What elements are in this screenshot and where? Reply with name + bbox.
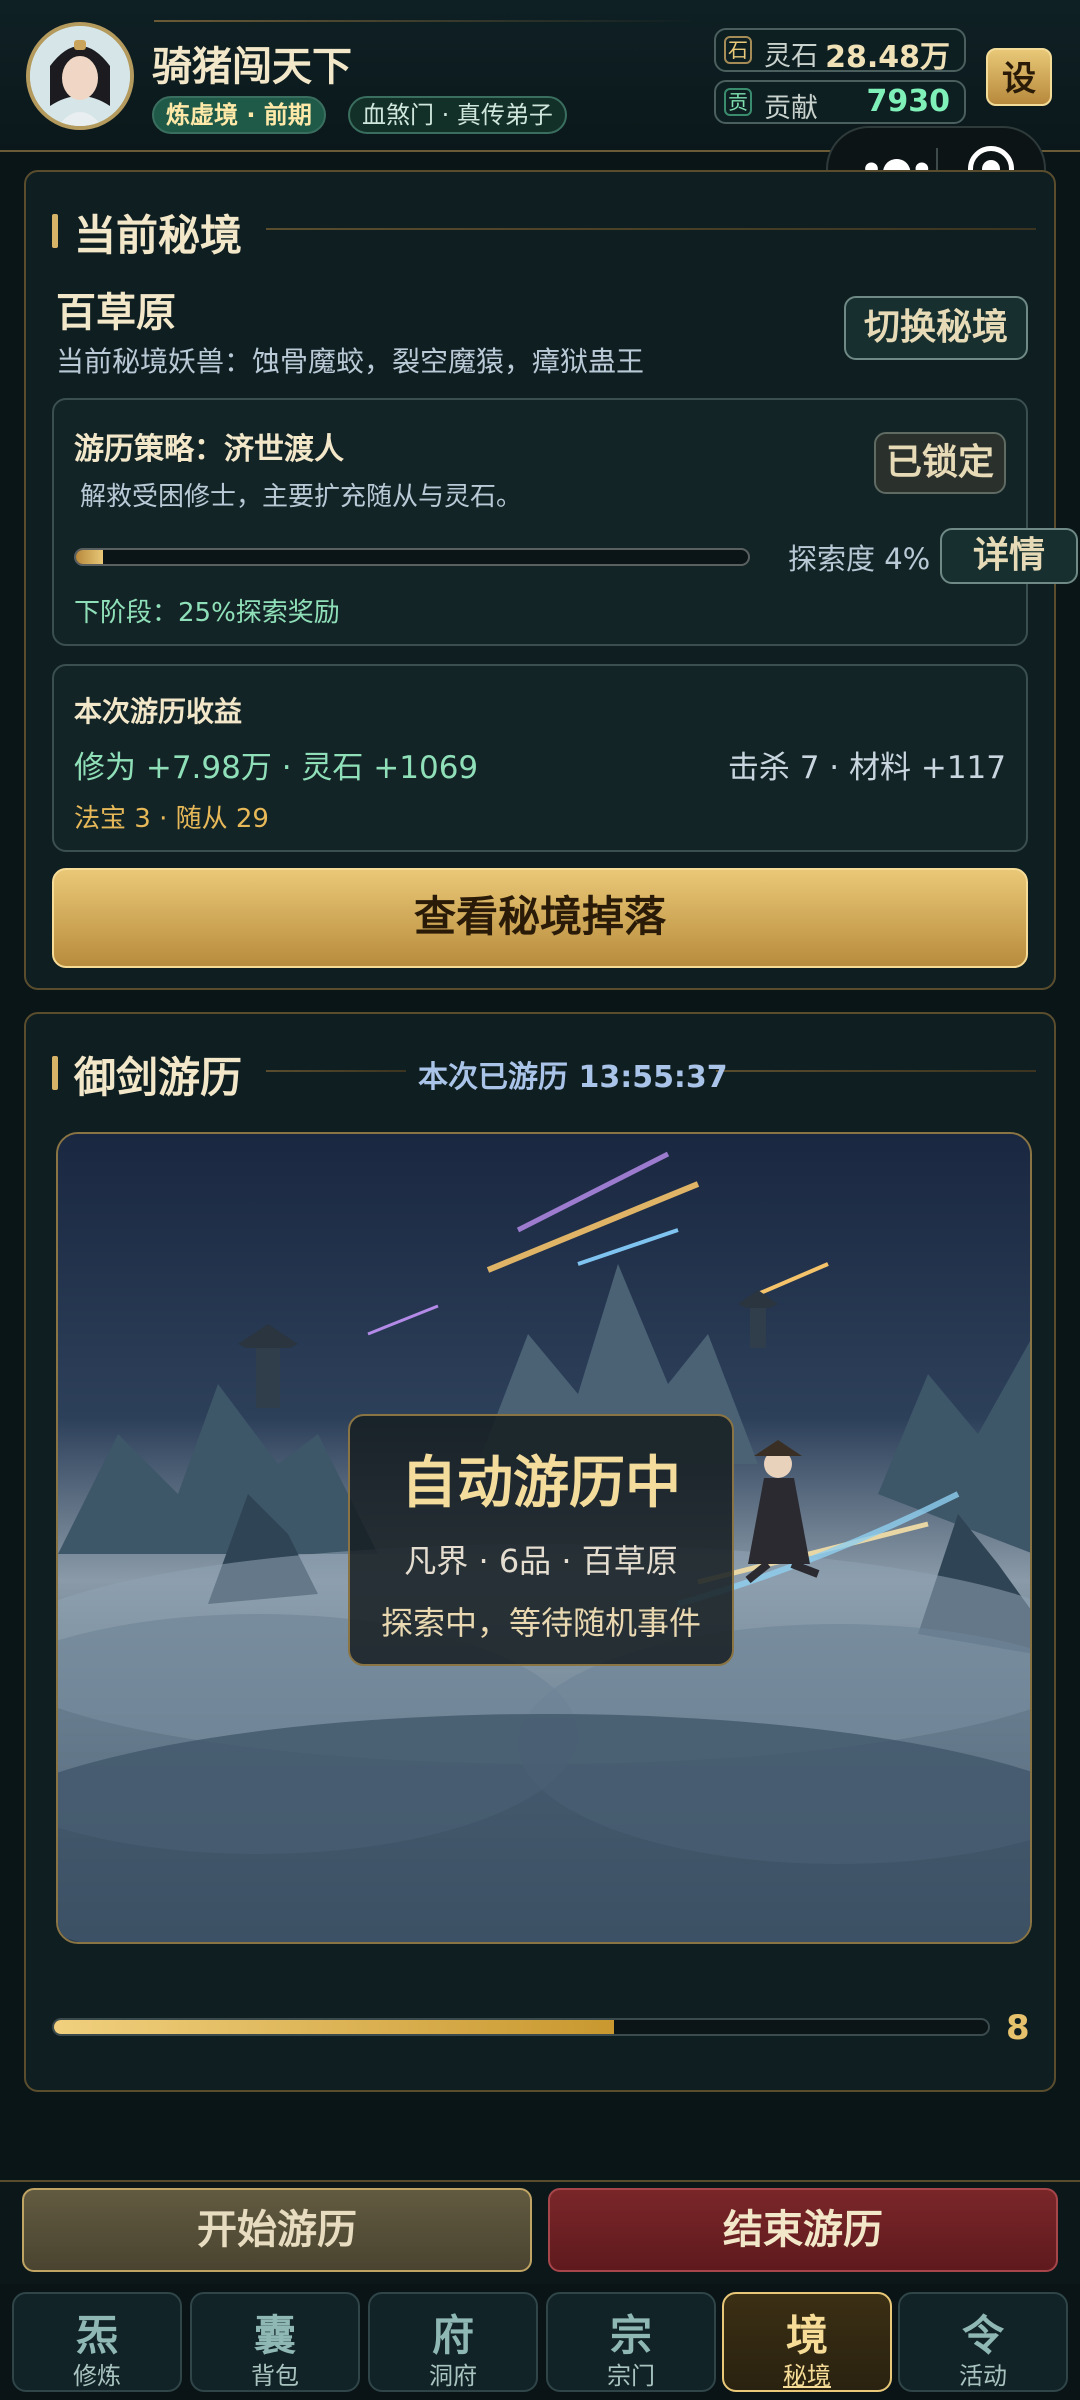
tab-bag[interactable]: 囊 背包 [190,2292,360,2392]
view-drops-button[interactable]: 查看秘境掉落 [52,868,1028,968]
travel-progress-number: 8 [1006,2008,1030,2048]
tab-events[interactable]: 令 活动 [898,2292,1068,2392]
auto-travel-title: 自动游历中 [401,1451,681,1516]
next-stage-text: 下阶段：25%探索奖励 [74,598,340,628]
spirit-stone-icon: 石 [724,36,752,64]
settings-button[interactable]: 设 [986,48,1052,106]
current-realm-panel: 当前秘境 百草原 当前秘境妖兽：蚀骨魔蛟，裂空魔猿，瘴狱蛊王 切换秘境 游历策略… [24,170,1078,990]
gain-card: 本次游历收益 修为 +7.98万 · 灵石 +1069 击杀 7 · 材料 +1… [52,664,1028,852]
sword-travel-title: 御剑游历 [52,1044,242,1105]
location-line: 凡界 · 6品 · 百草原 [404,1542,678,1580]
cultivation-icon: 炁 [75,2311,118,2360]
tab-label: 洞府 [429,2362,477,2390]
explore-progress-bar [74,548,750,566]
tab-label: 修炼 [73,2362,121,2390]
travel-progress-bar [52,2018,990,2036]
strategy-card: 游历策略：济世渡人 解救受困修士，主要扩充随从与灵石。 已锁定 探索度 4% 详… [52,398,1078,646]
current-realm-title: 当前秘境 [52,202,242,263]
realm-name: 百草原 [56,290,176,336]
secret-realm-icon: 境 [785,2311,828,2360]
gain-cultivation-stone: 修为 +7.98万 · 灵石 +1069 [74,750,479,786]
start-travel-button[interactable]: 开始游历 [22,2188,532,2272]
tab-cultivation[interactable]: 炁 修炼 [12,2292,182,2392]
gain-title: 本次游历收益 [74,695,243,728]
events-icon: 令 [961,2311,1004,2360]
sword-travel-panel: 御剑游历 本次已游历 13:55:37 自动游历中 凡界 · 6品 · 百草原 … [24,1012,1056,2092]
elapsed-time: 本次已游历 13:55:37 [418,1060,728,1095]
switch-realm-button[interactable]: 切换秘境 [844,296,1028,360]
tab-secret-realm[interactable]: 境 秘境 [722,2292,892,2392]
travel-progress-fill [54,2020,615,2034]
strategy-title: 游历策略：济世渡人 [74,432,344,467]
tab-sect[interactable]: 宗 宗门 [546,2292,716,2392]
locked-button[interactable]: 已锁定 [874,432,1006,494]
end-travel-button[interactable]: 结束游历 [548,2188,1058,2272]
tab-label: 活动 [959,2362,1007,2390]
gain-kills-materials: 击杀 7 · 材料 +117 [727,750,1006,786]
strategy-desc: 解救受困修士，主要扩充随从与灵石。 [80,482,523,512]
realm-beasts: 当前秘境妖兽：蚀骨魔蛟，裂空魔猿，瘴狱蛊王 [56,345,645,378]
detail-button[interactable]: 详情 [940,528,1078,584]
title-divider [266,228,1036,230]
sect-icon: 宗 [609,2311,652,2360]
bag-icon: 囊 [253,2311,296,2360]
tab-label: 宗门 [607,2362,655,2390]
action-bar: 开始游历 结束游历 [0,2180,1080,2284]
travel-scene-image: 自动游历中 凡界 · 6品 · 百草原 探索中，等待随机事件 [56,1132,1032,1944]
contribution-label: 贡献 [764,93,818,124]
bottom-tab-bar: 炁 修炼 囊 背包 府 洞府 宗 宗门 境 秘境 令 活动 [0,2284,1080,2400]
sect-tag: 血煞门 · 真传弟子 [348,96,567,134]
contribution-value: 7930 [866,84,951,119]
status-line: 探索中，等待随机事件 [380,1604,701,1642]
spirit-stone-value: 28.48万 [825,40,950,75]
spirit-stone-counter: 石 灵石 28.48万 [714,28,966,75]
contribution-icon: 贡 [724,88,752,116]
title-divider-right [716,1070,1036,1072]
spirit-stone-label: 灵石 [764,41,818,72]
tab-cave-abode[interactable]: 府 洞府 [368,2292,538,2392]
realm-tag: 炼虚境 · 前期 [152,96,326,134]
name-divider [154,20,694,22]
tab-label: 秘境 [783,2362,831,2390]
gain-treasure-followers: 法宝 3 · 随从 29 [74,804,269,834]
player-name: 骑猪闯天下 [152,44,352,90]
explore-progress-fill [76,550,103,564]
tab-label: 背包 [251,2362,299,2390]
title-divider-left [266,1070,406,1072]
avatar[interactable] [26,22,134,130]
contribution-counter: 贡 贡献 7930 [714,80,966,124]
explore-percent: 探索度 4% [788,542,931,576]
auto-travel-overlay: 自动游历中 凡界 · 6品 · 百草原 探索中，等待随机事件 [348,1414,734,1666]
cave-abode-icon: 府 [431,2311,474,2360]
